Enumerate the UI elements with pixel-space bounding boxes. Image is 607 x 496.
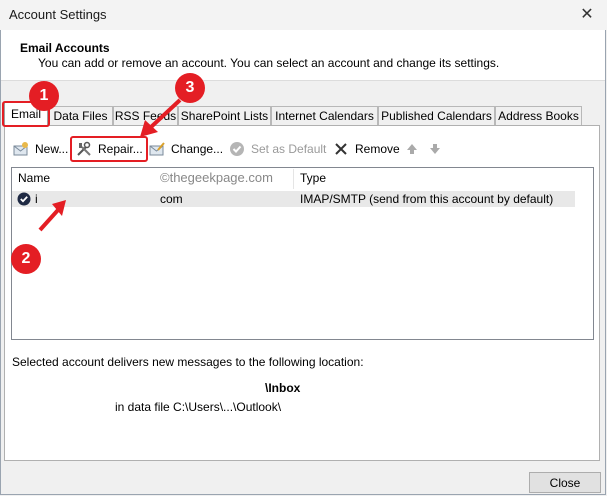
step-badge-2: 2: [11, 244, 41, 274]
annotation-arrows: [38, 98, 182, 232]
arrow-2-line: [38, 208, 60, 232]
step-badge-1: 1: [29, 81, 59, 111]
arrow-3-line: [148, 98, 182, 130]
step-badge-3: 3: [175, 73, 205, 103]
